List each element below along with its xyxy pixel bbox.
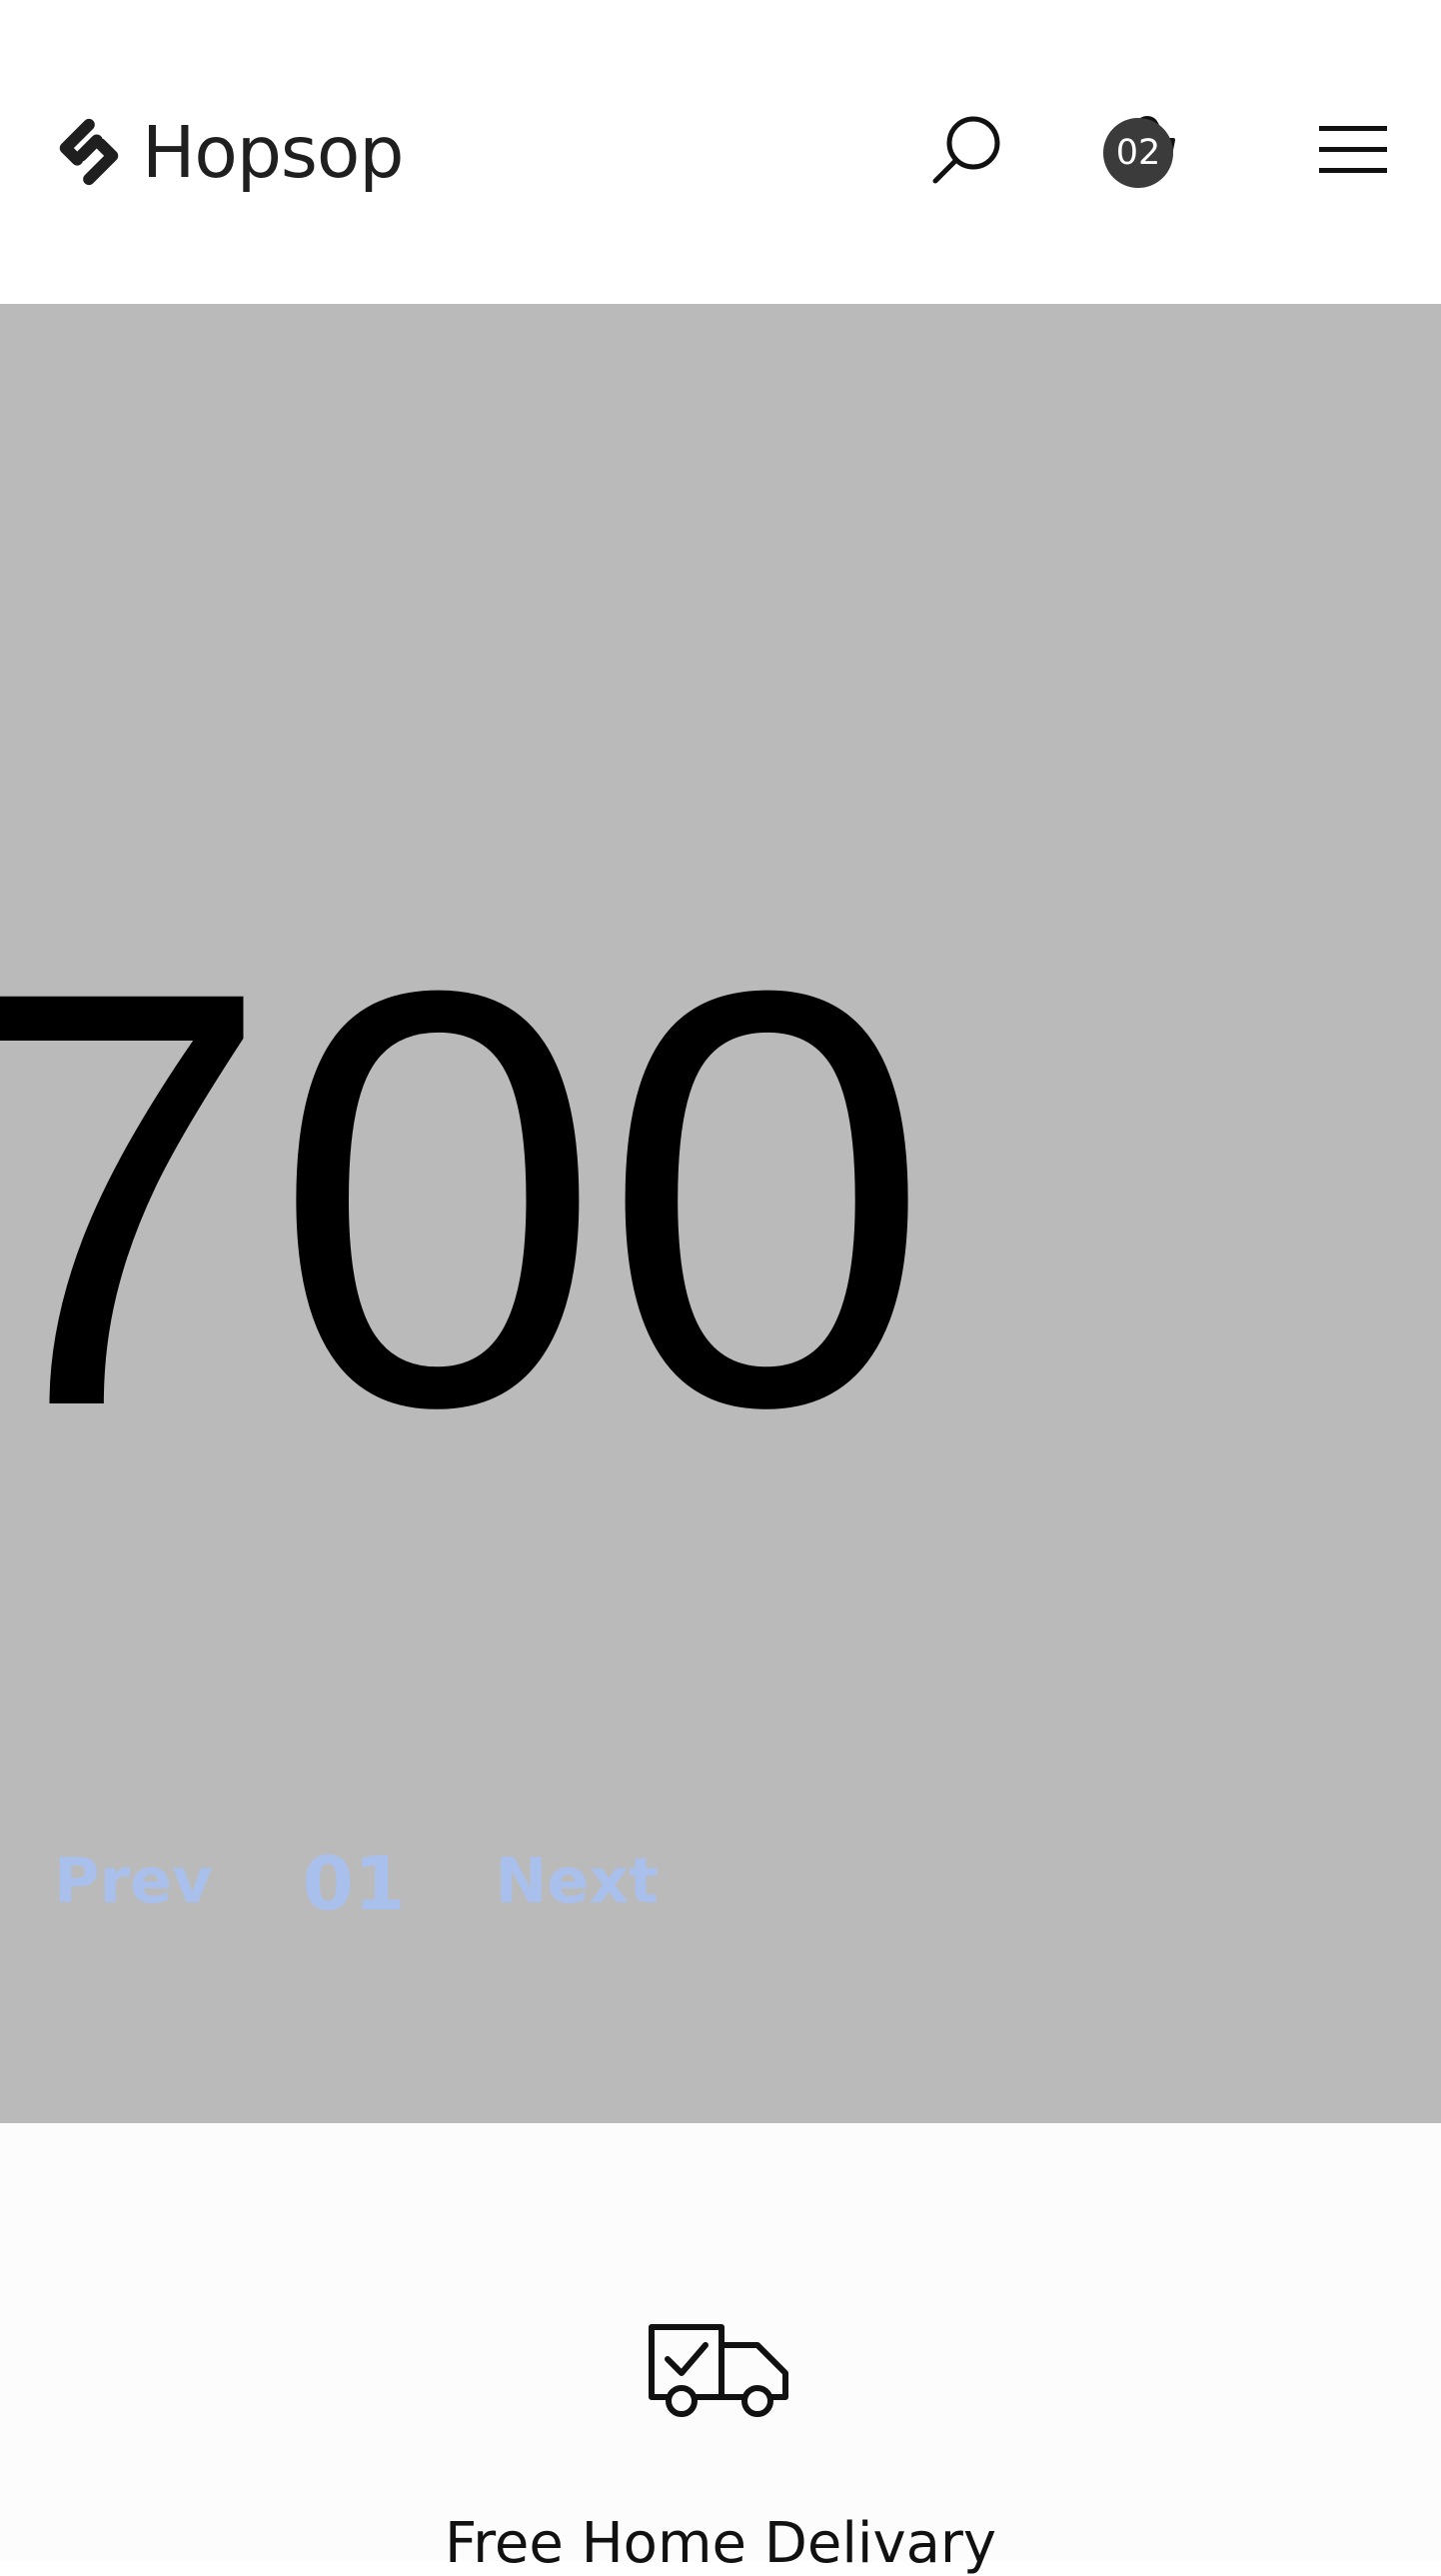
site-header: Hopsop 02 [0,0,1441,304]
delivery-truck-icon [649,2324,788,2417]
hamburger-menu-icon [1319,126,1387,173]
search-button[interactable] [929,110,1009,190]
hero-slider: 700 Prev 01 Next [0,304,1441,2123]
prev-slide-button[interactable]: Prev [54,1844,212,1917]
brand-logo-link[interactable]: Hopsop [50,110,404,194]
features-section: Free Home Delivary [0,2123,1441,2576]
search-icon [932,116,1000,184]
menu-button[interactable] [1317,120,1389,180]
current-slide-number: 01 [302,1841,406,1927]
brand-name: Hopsop [142,110,404,194]
cart-count-badge: 02 [1103,118,1173,188]
hopsop-logo-icon [59,118,119,186]
slider-pager: Prev 01 Next [54,1833,659,1927]
cart-button[interactable]: 02 [1099,110,1189,190]
next-slide-button[interactable]: Next [495,1844,659,1917]
feature-title: Free Home Delivary [444,2511,997,2576]
hero-placeholder-number: 700 [0,869,931,1529]
